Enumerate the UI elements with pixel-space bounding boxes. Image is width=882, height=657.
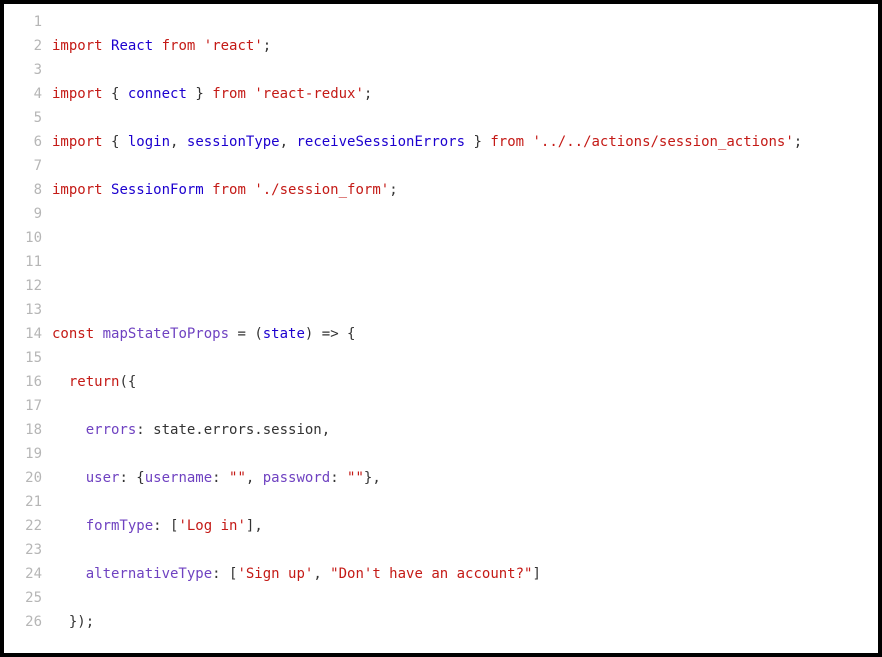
line-number: 5 bbox=[4, 106, 42, 130]
line-number: 13 bbox=[4, 298, 42, 322]
line-number: 19 bbox=[4, 442, 42, 466]
line-number: 26 bbox=[4, 610, 42, 634]
identifier: mapStateToProps bbox=[103, 326, 229, 342]
line-number: 23 bbox=[4, 538, 42, 562]
line-number: 11 bbox=[4, 250, 42, 274]
identifier: login bbox=[128, 134, 170, 150]
string: 'react-redux' bbox=[254, 86, 364, 102]
identifier: React bbox=[111, 38, 153, 54]
code-line[interactable]: alternativeType: ['Sign up', "Don't have… bbox=[52, 562, 878, 586]
string: "Don't have an account?" bbox=[330, 566, 532, 582]
identifier: receiveSessionErrors bbox=[296, 134, 465, 150]
property: errors bbox=[86, 422, 137, 438]
property: alternativeType bbox=[86, 566, 212, 582]
code-line[interactable]: return({ bbox=[52, 370, 878, 394]
line-number: 12 bbox=[4, 274, 42, 298]
keyword: import bbox=[52, 182, 103, 198]
line-number: 24 bbox=[4, 562, 42, 586]
line-number: 8 bbox=[4, 178, 42, 202]
property: formType bbox=[86, 518, 153, 534]
keyword: import bbox=[52, 38, 103, 54]
code-content[interactable]: import React from 'react'; import { conn… bbox=[52, 4, 878, 653]
code-line[interactable]: formType: ['Log in'], bbox=[52, 514, 878, 538]
keyword: from bbox=[212, 182, 246, 198]
code-line[interactable] bbox=[52, 274, 878, 298]
string: "" bbox=[229, 470, 246, 486]
line-number: 16 bbox=[4, 370, 42, 394]
string: "" bbox=[347, 470, 364, 486]
line-number: 20 bbox=[4, 466, 42, 490]
code-line[interactable]: import SessionForm from './session_form'… bbox=[52, 178, 878, 202]
string: './session_form' bbox=[254, 182, 389, 198]
code-line[interactable]: errors: state.errors.session, bbox=[52, 418, 878, 442]
expression: state.errors.session bbox=[153, 422, 322, 438]
string: 'Sign up' bbox=[237, 566, 313, 582]
keyword: import bbox=[52, 86, 103, 102]
property: user bbox=[86, 470, 120, 486]
line-number: 21 bbox=[4, 490, 42, 514]
keyword: from bbox=[212, 86, 246, 102]
line-number: 15 bbox=[4, 346, 42, 370]
code-editor[interactable]: 1234567891011121314151617181920212223242… bbox=[4, 4, 878, 653]
param: state bbox=[263, 326, 305, 342]
line-number: 25 bbox=[4, 586, 42, 610]
line-number: 10 bbox=[4, 226, 42, 250]
line-number: 4 bbox=[4, 82, 42, 106]
string: 'react' bbox=[204, 38, 263, 54]
property: username bbox=[145, 470, 212, 486]
identifier: sessionType bbox=[187, 134, 280, 150]
code-line[interactable]: user: {username: "", password: ""}, bbox=[52, 466, 878, 490]
line-number: 9 bbox=[4, 202, 42, 226]
code-line[interactable]: }); bbox=[52, 610, 878, 634]
identifier: connect bbox=[128, 86, 187, 102]
code-line[interactable]: import React from 'react'; bbox=[52, 34, 878, 58]
line-number: 6 bbox=[4, 130, 42, 154]
property: password bbox=[263, 470, 330, 486]
identifier: SessionForm bbox=[111, 182, 204, 198]
keyword: import bbox=[52, 134, 103, 150]
string: 'Log in' bbox=[178, 518, 245, 534]
code-line[interactable]: const mapStateToProps = (state) => { bbox=[52, 322, 878, 346]
keyword: from bbox=[162, 38, 196, 54]
line-number: 22 bbox=[4, 514, 42, 538]
code-line[interactable]: import { login, sessionType, receiveSess… bbox=[52, 130, 878, 154]
line-number-gutter: 1234567891011121314151617181920212223242… bbox=[4, 4, 52, 653]
code-line[interactable]: import { connect } from 'react-redux'; bbox=[52, 82, 878, 106]
line-number: 1 bbox=[4, 10, 42, 34]
keyword: from bbox=[490, 134, 524, 150]
keyword: return bbox=[69, 374, 120, 390]
line-number: 3 bbox=[4, 58, 42, 82]
line-number: 18 bbox=[4, 418, 42, 442]
keyword: const bbox=[52, 326, 94, 342]
code-line[interactable] bbox=[52, 226, 878, 250]
line-number: 14 bbox=[4, 322, 42, 346]
line-number: 7 bbox=[4, 154, 42, 178]
line-number: 17 bbox=[4, 394, 42, 418]
line-number: 2 bbox=[4, 34, 42, 58]
string: '../../actions/session_actions' bbox=[533, 134, 794, 150]
